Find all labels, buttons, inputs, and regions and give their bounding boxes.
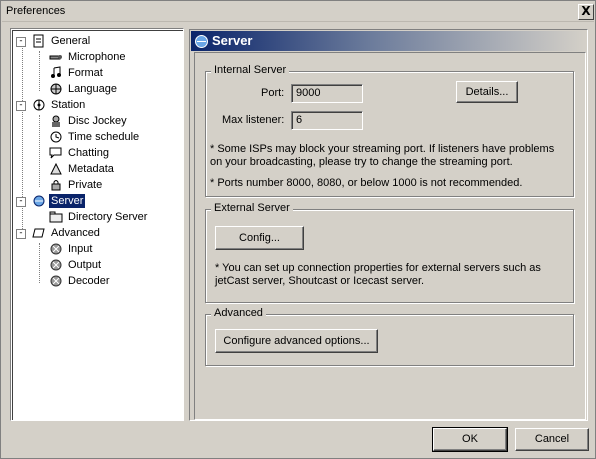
decoder-icon [50,275,62,287]
group-legend: Internal Server [211,64,290,76]
settings-pane: Server Internal Server Port: 9000 Max li… [189,29,588,421]
disc-jockey-icon [52,115,60,127]
ok-button[interactable]: OK [432,427,508,452]
group-legend: External Server [211,202,293,214]
window-title: Preferences [6,5,66,17]
collapse-toggle[interactable]: - [16,101,26,111]
details-button[interactable]: Details... [456,81,518,103]
config-button[interactable]: Config... [215,226,304,250]
tree-item-label: Chatting [68,147,109,159]
microphone-icon [49,55,62,60]
collapse-toggle[interactable]: - [16,229,26,239]
tree-item-label: Station [51,99,86,111]
server-icon [33,195,45,207]
port-label: Port: [261,87,285,99]
tree-item-label: Language [68,83,117,95]
internal-server-group: Internal Server Port: 9000 Max listener:… [205,64,574,197]
output-icon [50,259,62,271]
advanced-group: Advanced Configure advanced options... [205,307,574,366]
close-button[interactable]: X [578,4,594,20]
server-icon [195,35,208,48]
chatting-icon [49,147,62,159]
tree-item-label: Metadata [68,163,114,175]
tree-item-label: Output [68,259,102,271]
private-icon [51,180,61,191]
directory-server-icon [49,211,63,223]
time-schedule-icon [50,131,62,143]
tree-item-label: Advanced [51,227,100,239]
title-bar[interactable]: Preferences X [2,2,594,22]
tree-item-label: Decoder [68,275,110,287]
input-icon [50,243,62,255]
tree-item-label: Directory Server [68,211,148,223]
general-icon [33,34,44,48]
tree-connector [39,243,40,283]
pane-header: Server [191,31,586,51]
station-icon [33,99,45,111]
preferences-window: Preferences X - General Microphone Forma… [0,0,596,459]
tree-connector [39,115,40,187]
tree-item-label: Time schedule [68,131,140,143]
tree-item-label: Disc Jockey [68,115,127,127]
tree-item-label: General [51,35,91,47]
tree-item-label: Format [68,67,103,79]
tree-item-label: Microphone [68,51,126,63]
cancel-button[interactable]: Cancel [515,428,589,451]
tree-item-label: Private [68,179,103,191]
pane-body: Internal Server Port: 9000 Max listener:… [194,52,586,420]
language-icon [50,83,62,95]
external-server-group: External Server Config... * You can set … [205,202,574,303]
collapse-toggle[interactable]: - [16,37,26,47]
preferences-tree[interactable]: - General Microphone Format Language - S… [10,28,184,421]
format-icon [51,66,61,78]
collapse-toggle[interactable]: - [16,197,26,207]
advanced-icon [32,228,45,238]
port-number-note: * Ports number 8000, 8080, or below 1000… [210,177,523,189]
streaming-port-note: * Some ISPs may block your streaming por… [210,143,555,168]
port-field[interactable]: 9000 [291,84,363,103]
tree-item-label: Input [68,243,93,255]
configure-advanced-button[interactable]: Configure advanced options... [215,329,378,353]
tree-connector [39,51,40,91]
external-server-note: * You can set up connection properties f… [215,262,541,287]
tree-item-label: Server [47,193,87,209]
metadata-icon [50,162,62,175]
max-listener-field[interactable]: 6 [291,111,363,130]
pane-title: Server [212,33,253,48]
group-legend: Advanced [211,307,266,319]
max-listener-label: Max listener: [222,114,285,126]
